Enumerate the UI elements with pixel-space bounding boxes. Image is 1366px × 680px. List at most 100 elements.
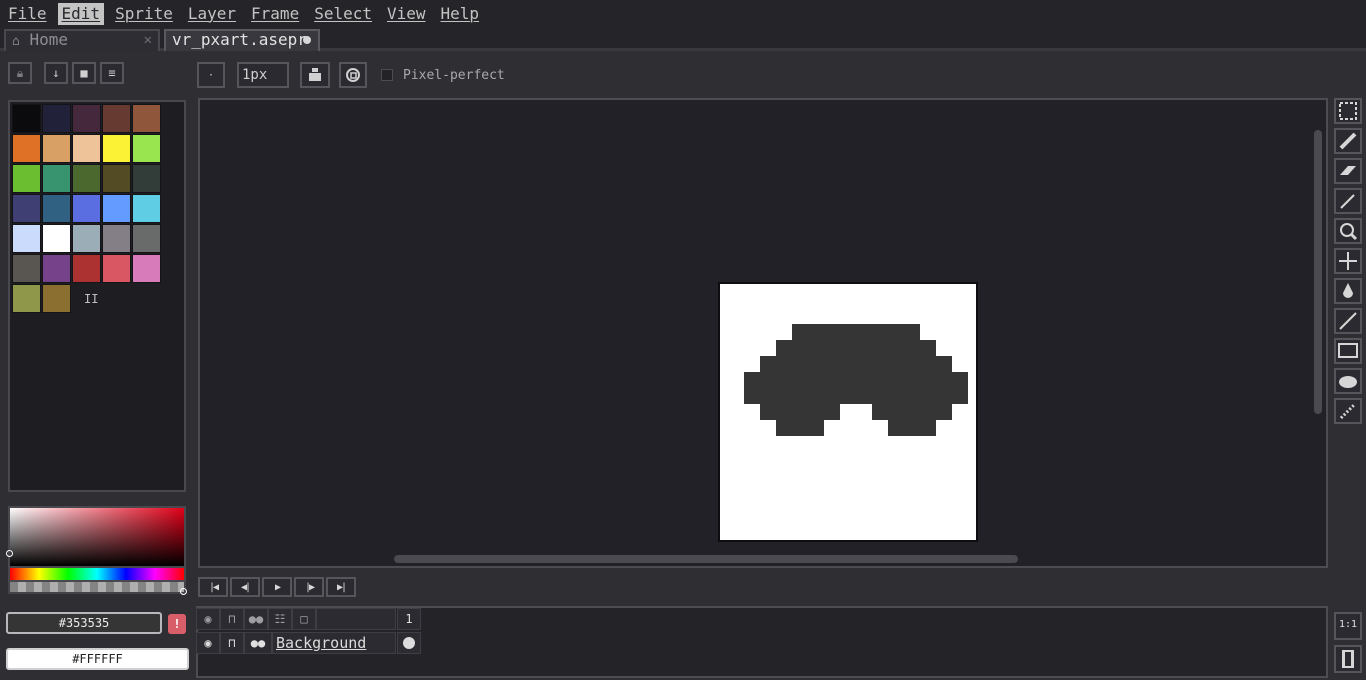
continuous-header[interactable]: ●● xyxy=(244,608,268,630)
palette-swatch[interactable] xyxy=(72,194,101,223)
menu-layer[interactable]: Layer xyxy=(184,3,240,25)
contour-tool[interactable] xyxy=(1334,368,1362,394)
layer-name[interactable]: Background xyxy=(272,632,396,654)
palette-swatch[interactable] xyxy=(42,254,71,283)
timeline-options-button[interactable] xyxy=(1334,645,1362,673)
palette-swatch[interactable] xyxy=(12,254,41,283)
pixel-perfect-checkbox[interactable] xyxy=(381,69,393,81)
vertical-scrollbar[interactable] xyxy=(1314,130,1322,414)
palette-swatch[interactable] xyxy=(72,104,101,133)
tab-home[interactable]: ⌂ Home ✕ xyxy=(4,29,160,51)
menu-select[interactable]: Select xyxy=(310,3,376,25)
sort-palette-button[interactable]: ↓ xyxy=(44,62,68,84)
zoom-reset-button[interactable]: 1:1 xyxy=(1334,612,1362,640)
sv-handle[interactable] xyxy=(6,550,13,557)
ink-button[interactable] xyxy=(300,62,330,88)
blur-tool[interactable] xyxy=(1334,398,1362,424)
palette-swatch[interactable] xyxy=(132,104,161,133)
frame-number[interactable]: 1 xyxy=(397,608,421,630)
menu-view[interactable]: View xyxy=(383,3,430,25)
lock-palette-button[interactable]: 🔒︎ xyxy=(8,62,32,84)
opacity-button[interactable] xyxy=(339,62,367,88)
layer-lock-toggle[interactable]: ⊓ xyxy=(220,632,244,654)
horizontal-scrollbar[interactable] xyxy=(394,555,1018,563)
palette-swatch[interactable] xyxy=(102,224,131,253)
palette-swatch[interactable] xyxy=(102,104,131,133)
palette-swatch[interactable] xyxy=(132,134,161,163)
menu-help[interactable]: Help xyxy=(437,3,484,25)
palette-swatch[interactable] xyxy=(12,194,41,223)
layer-visibility-toggle[interactable]: ◉ xyxy=(196,632,220,654)
presets-button[interactable]: ■ xyxy=(72,62,96,84)
marquee-tool[interactable] xyxy=(1334,98,1362,124)
palette-swatch[interactable] xyxy=(102,254,131,283)
eraser-icon xyxy=(1340,166,1356,175)
pencil-tool[interactable] xyxy=(1334,128,1362,154)
palette-swatch[interactable] xyxy=(42,164,71,193)
eraser-tool[interactable] xyxy=(1334,158,1362,184)
sprite-canvas[interactable] xyxy=(718,282,978,542)
last-frame-button[interactable]: ▶| xyxy=(326,577,356,597)
palette-swatch[interactable] xyxy=(132,164,161,193)
first-frame-button[interactable]: |◀ xyxy=(198,577,228,597)
arrow-down-icon: ↓ xyxy=(52,66,60,80)
palette-swatch[interactable] xyxy=(132,194,161,223)
brush-type-button[interactable]: · xyxy=(197,62,225,88)
fill-tool[interactable] xyxy=(1334,278,1362,304)
modified-dot-icon[interactable] xyxy=(303,36,311,44)
play-button[interactable]: ▶ xyxy=(262,577,292,597)
palette-swatch[interactable] xyxy=(12,134,41,163)
visibility-header[interactable]: ◉ xyxy=(196,608,220,630)
palette-swatch[interactable] xyxy=(132,254,161,283)
layer-continuous-toggle[interactable]: ●● xyxy=(244,632,272,654)
palette-swatch[interactable] xyxy=(12,224,41,253)
palette-swatch[interactable] xyxy=(72,254,101,283)
palette-swatch[interactable] xyxy=(102,134,131,163)
foreground-color-button[interactable]: #353535 xyxy=(6,612,162,634)
palette-swatch[interactable] xyxy=(42,224,71,253)
next-frame-button[interactable]: |▶ xyxy=(294,577,324,597)
tab-document-label: vr_pxart.asepr xyxy=(172,30,307,49)
spray-tool[interactable] xyxy=(1334,188,1362,214)
page-icon: ■ xyxy=(80,66,88,80)
close-icon[interactable]: ✕ xyxy=(144,31,152,49)
palette-swatch[interactable] xyxy=(42,134,71,163)
rectangle-tool[interactable] xyxy=(1334,338,1362,364)
palette-swatch[interactable] xyxy=(42,284,71,313)
cel[interactable] xyxy=(397,632,421,654)
palette-options-button[interactable]: ≡ xyxy=(100,62,124,84)
menu-sprite[interactable]: Sprite xyxy=(111,3,177,25)
palette-swatch[interactable] xyxy=(72,134,101,163)
link-icon: ●● xyxy=(250,636,266,650)
palette-swatch[interactable] xyxy=(42,194,71,223)
tab-document[interactable]: vr_pxart.asepr xyxy=(164,29,320,51)
brush-size-field[interactable]: 1px xyxy=(237,62,289,88)
menu-file[interactable]: File xyxy=(4,3,51,25)
alpha-slider[interactable] xyxy=(8,582,186,594)
palette-swatch[interactable] xyxy=(132,224,161,253)
hue-slider[interactable] xyxy=(8,568,186,582)
background-color-button[interactable]: #FFFFFF xyxy=(6,648,189,670)
onion-skin-header[interactable]: □ xyxy=(292,608,316,630)
palette-swatch[interactable] xyxy=(42,104,71,133)
line-tool[interactable] xyxy=(1334,308,1362,334)
palette-swatch[interactable] xyxy=(12,104,41,133)
warning-icon[interactable]: ! xyxy=(168,614,186,634)
layers-header-spacer xyxy=(316,608,396,630)
palette-swatch[interactable] xyxy=(72,164,101,193)
layer-settings-header[interactable]: ☷ xyxy=(268,608,292,630)
color-saturation-value-field[interactable] xyxy=(8,506,186,568)
menu-frame[interactable]: Frame xyxy=(247,3,303,25)
palette-swatch[interactable] xyxy=(102,194,131,223)
palette-swatch[interactable] xyxy=(102,164,131,193)
palette-swatch[interactable] xyxy=(12,164,41,193)
menu-edit[interactable]: Edit xyxy=(57,2,105,25)
palette-swatch[interactable] xyxy=(72,224,101,253)
palette-swatch[interactable] xyxy=(12,284,41,313)
zoom-tool[interactable] xyxy=(1334,218,1362,244)
lock-header[interactable]: ⊓ xyxy=(220,608,244,630)
home-icon: ⌂ xyxy=(12,34,20,49)
move-tool[interactable] xyxy=(1334,248,1362,274)
alpha-handle[interactable] xyxy=(180,588,187,595)
previous-frame-button[interactable]: ◀| xyxy=(230,577,260,597)
